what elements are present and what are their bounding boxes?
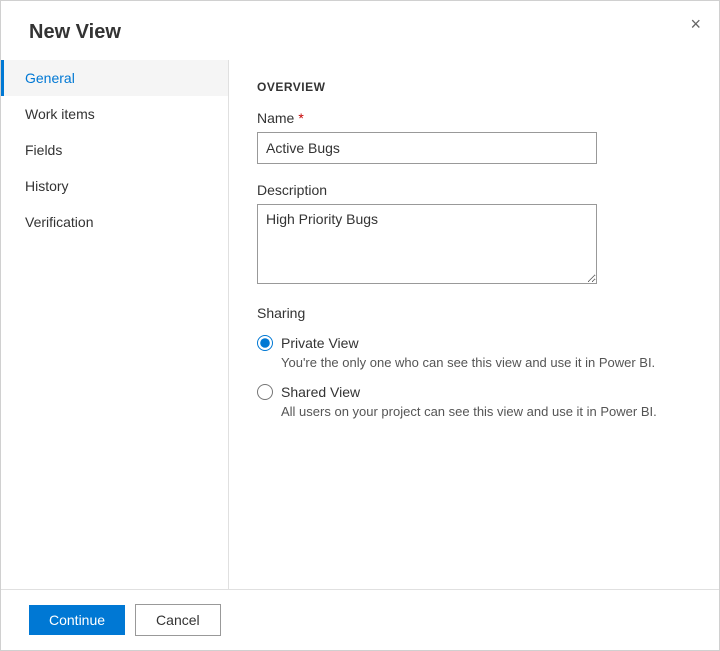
description-input[interactable] [257, 204, 597, 284]
shared-view-option: Shared View All users on your project ca… [257, 384, 691, 419]
close-button[interactable]: × [690, 15, 701, 33]
name-label: Name * [257, 110, 691, 126]
private-view-option: Private View You're the only one who can… [257, 335, 691, 370]
cancel-button[interactable]: Cancel [135, 604, 221, 636]
description-label: Description [257, 182, 691, 198]
private-view-desc: You're the only one who can see this vie… [281, 355, 691, 370]
required-star: * [298, 110, 303, 126]
private-view-label[interactable]: Private View [281, 335, 359, 351]
private-view-radio[interactable] [257, 335, 273, 351]
shared-view-label[interactable]: Shared View [281, 384, 360, 400]
shared-view-row: Shared View [257, 384, 691, 400]
sharing-section: Sharing Private View You're the only one… [257, 305, 691, 419]
sidebar-item-verification[interactable]: Verification [1, 204, 228, 240]
name-input[interactable] [257, 132, 597, 164]
sidebar-item-general[interactable]: General [1, 60, 228, 96]
sidebar-item-history[interactable]: History [1, 168, 228, 204]
name-field-group: Name * [257, 110, 691, 164]
dialog-body: General Work items Fields History Verifi… [1, 60, 719, 589]
shared-view-desc: All users on your project can see this v… [281, 404, 691, 419]
description-field-group: Description [257, 182, 691, 287]
sidebar-item-work-items[interactable]: Work items [1, 96, 228, 132]
overview-section-label: Overview [257, 80, 691, 94]
dialog-footer: Continue Cancel [1, 589, 719, 650]
main-content: Overview Name * Description Sharing Priv… [229, 60, 719, 589]
private-view-row: Private View [257, 335, 691, 351]
continue-button[interactable]: Continue [29, 605, 125, 635]
sidebar: General Work items Fields History Verifi… [1, 60, 229, 589]
sidebar-item-fields[interactable]: Fields [1, 132, 228, 168]
sharing-label: Sharing [257, 305, 691, 321]
new-view-dialog: × New View General Work items Fields His… [0, 0, 720, 651]
dialog-title: New View [1, 1, 719, 60]
shared-view-radio[interactable] [257, 384, 273, 400]
